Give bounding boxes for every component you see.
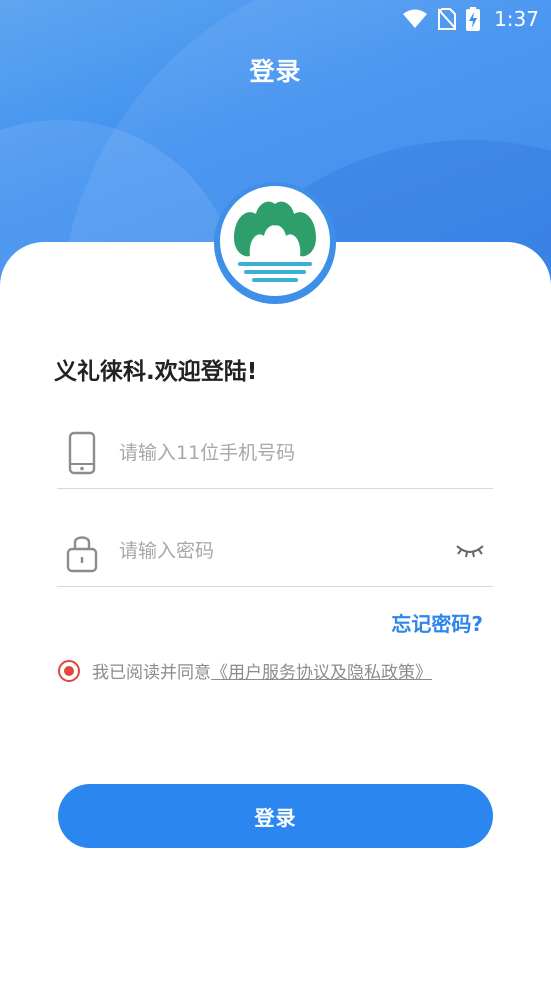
- battery-charging-icon: [466, 7, 481, 31]
- wifi-icon: [402, 9, 428, 29]
- page-title: 登录: [249, 57, 302, 86]
- forgot-password-link[interactable]: 忘记密码?: [391, 608, 483, 637]
- welcome-text: 义礼徕科.欢迎登陆!: [54, 359, 258, 385]
- status-time: 1:37: [494, 7, 539, 31]
- app-logo: [214, 182, 336, 304]
- password-input[interactable]: [117, 530, 441, 572]
- app-logo-icon: [234, 201, 316, 282]
- agreement-link[interactable]: 《用户服务协议及隐私政策》: [211, 658, 432, 683]
- status-bar: 1:37: [0, 0, 551, 38]
- phone-input[interactable]: [117, 432, 441, 474]
- password-field: [57, 516, 493, 587]
- phone-icon: [65, 431, 99, 475]
- login-button[interactable]: 登录: [58, 784, 493, 848]
- agreement-row: 我已阅读并同意 《用户服务协议及隐私政策》: [58, 658, 432, 683]
- agreement-text: 我已阅读并同意: [92, 663, 211, 683]
- phone-field: [57, 418, 493, 489]
- eye-closed-icon[interactable]: [455, 540, 485, 560]
- agreement-radio[interactable]: [58, 659, 80, 682]
- lock-icon: [65, 529, 99, 573]
- no-sim-icon: [438, 8, 457, 30]
